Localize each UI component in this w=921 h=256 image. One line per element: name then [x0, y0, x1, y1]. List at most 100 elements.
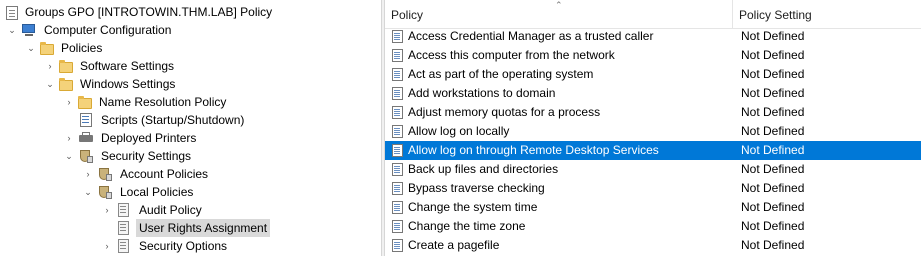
- policy-document-icon: [6, 5, 18, 20]
- tree-node-label: Local Policies: [120, 185, 194, 199]
- expanded-chevron-icon[interactable]: ⌄: [44, 75, 56, 93]
- list-item[interactable]: Allow log on locally Not Defined: [385, 122, 921, 141]
- policy-name: Access Credential Manager as a trusted c…: [408, 29, 654, 43]
- policy-name: Bypass traverse checking: [408, 181, 545, 195]
- list-item[interactable]: Change the time zone Not Defined: [385, 217, 921, 236]
- collapsed-chevron-icon[interactable]: ›: [101, 201, 113, 219]
- policy-setting: Not Defined: [741, 67, 805, 81]
- policy-name: Change the system time: [408, 200, 538, 214]
- security-shield-icon: [78, 148, 94, 164]
- user-right-icon: [391, 86, 405, 101]
- user-right-icon: [391, 162, 405, 177]
- folder-icon: [59, 60, 73, 73]
- tree-node-user-rights-assignment[interactable]: User Rights Assignment: [101, 219, 271, 237]
- tree-node-label: Windows Settings: [80, 77, 176, 91]
- policy-name: Allow log on locally: [408, 124, 510, 138]
- tree-node-name-resolution-policy[interactable]: › Name Resolution Policy: [63, 93, 229, 111]
- folder-icon: [59, 78, 73, 91]
- list-item[interactable]: Access Credential Manager as a trusted c…: [385, 27, 921, 46]
- policy-icon: [116, 220, 132, 236]
- expanded-chevron-icon[interactable]: ⌄: [63, 147, 75, 165]
- column-label: Policy Setting: [739, 8, 812, 22]
- policy-name: Adjust memory quotas for a process: [408, 105, 601, 119]
- policy-name: Act as part of the operating system: [408, 67, 594, 81]
- policy-list: Policy ⌃ Policy Setting Access Credentia…: [385, 0, 921, 256]
- user-right-icon: [391, 67, 405, 82]
- policy-setting: Not Defined: [741, 238, 805, 252]
- security-shield-icon: [97, 166, 113, 182]
- no-expander: [101, 219, 113, 237]
- user-right-icon: [391, 48, 405, 63]
- column-header-policy-setting[interactable]: Policy Setting: [733, 0, 921, 28]
- tree-node-gpo-root[interactable]: Groups GPO [INTROTOWIN.THM.LAB] Policy: [4, 3, 275, 21]
- tree-node-account-policies[interactable]: › Account Policies: [82, 165, 211, 183]
- policy-name: Change the time zone: [408, 219, 526, 233]
- tree-node-security-options[interactable]: › Security Options: [101, 237, 230, 255]
- tree-node-label: Security Options: [139, 239, 228, 253]
- user-right-icon: [391, 105, 405, 120]
- list-item[interactable]: Add workstations to domain Not Defined: [385, 84, 921, 103]
- policy-icon: [116, 202, 132, 218]
- tree-node-label: Groups GPO [INTROTOWIN.THM.LAB] Policy: [25, 5, 273, 19]
- tree-node-label: Audit Policy: [139, 203, 202, 217]
- tree-node-label: User Rights Assignment: [136, 219, 271, 237]
- policy-setting: Not Defined: [741, 29, 805, 43]
- tree-node-computer-configuration[interactable]: ⌄ Computer Configuration: [6, 21, 174, 39]
- sort-ascending-icon: ⌃: [555, 0, 563, 10]
- tree-node-local-policies[interactable]: ⌄ Local Policies: [82, 183, 196, 201]
- column-label: Policy: [391, 8, 424, 22]
- collapsed-chevron-icon[interactable]: ›: [82, 165, 94, 183]
- policy-name: Allow log on through Remote Desktop Serv…: [408, 143, 659, 157]
- list-item[interactable]: Access this computer from the network No…: [385, 46, 921, 65]
- user-right-icon: [391, 29, 405, 44]
- navigation-tree: Groups GPO [INTROTOWIN.THM.LAB] Policy ⌄…: [0, 0, 381, 256]
- list-item[interactable]: Act as part of the operating system Not …: [385, 65, 921, 84]
- user-right-icon: [391, 219, 405, 234]
- tree-node-software-settings[interactable]: › Software Settings: [44, 57, 177, 75]
- list-item[interactable]: Back up files and directories Not Define…: [385, 160, 921, 179]
- policy-icon: [116, 238, 132, 254]
- collapsed-chevron-icon[interactable]: ›: [44, 57, 56, 75]
- policy-setting: Not Defined: [741, 162, 805, 176]
- tree-node-scripts[interactable]: Scripts (Startup/Shutdown): [63, 111, 247, 129]
- list-item[interactable]: Create a pagefile Not Defined: [385, 236, 921, 255]
- policy-name: Access this computer from the network: [408, 48, 615, 62]
- collapsed-chevron-icon[interactable]: ›: [63, 93, 75, 111]
- user-right-icon: [391, 124, 405, 139]
- tree-node-windows-settings[interactable]: ⌄ Windows Settings: [44, 75, 178, 93]
- policy-name: Create a pagefile: [408, 238, 500, 252]
- policy-name: Back up files and directories: [408, 162, 559, 176]
- list-item-selected[interactable]: Allow log on through Remote Desktop Serv…: [385, 141, 921, 160]
- tree-node-label: Deployed Printers: [101, 131, 197, 145]
- security-shield-icon: [97, 184, 113, 200]
- tree-node-label: Account Policies: [120, 167, 209, 181]
- tree-node-deployed-printers[interactable]: › Deployed Printers: [63, 129, 199, 147]
- list-item[interactable]: Change the system time Not Defined: [385, 198, 921, 217]
- list-header: Policy ⌃ Policy Setting: [385, 0, 921, 29]
- collapsed-chevron-icon[interactable]: ›: [63, 129, 75, 147]
- policy-name: Add workstations to domain: [408, 86, 556, 100]
- tree-node-policies[interactable]: ⌄ Policies: [25, 39, 105, 57]
- tree-node-label: Scripts (Startup/Shutdown): [101, 113, 245, 127]
- policy-setting: Not Defined: [741, 219, 805, 233]
- user-right-icon: [391, 181, 405, 196]
- user-right-icon: [391, 143, 405, 158]
- list-item[interactable]: Bypass traverse checking Not Defined: [385, 179, 921, 198]
- policy-setting: Not Defined: [741, 86, 805, 100]
- list-item[interactable]: Adjust memory quotas for a process Not D…: [385, 103, 921, 122]
- tree-node-label: Policies: [61, 41, 103, 55]
- collapsed-chevron-icon[interactable]: ›: [101, 237, 113, 255]
- policy-setting: Not Defined: [741, 124, 805, 138]
- expanded-chevron-icon[interactable]: ⌄: [82, 183, 94, 201]
- user-right-icon: [391, 200, 405, 215]
- tree-node-security-settings[interactable]: ⌄ Security Settings: [63, 147, 194, 165]
- no-expander: [63, 111, 75, 129]
- tree-node-label: Name Resolution Policy: [99, 95, 227, 109]
- expanded-chevron-icon[interactable]: ⌄: [25, 39, 37, 57]
- expanded-chevron-icon[interactable]: ⌄: [6, 21, 18, 39]
- policy-setting: Not Defined: [741, 200, 805, 214]
- folder-icon: [78, 96, 92, 109]
- policy-setting: Not Defined: [741, 181, 805, 195]
- tree-node-label: Computer Configuration: [44, 23, 172, 37]
- tree-node-audit-policy[interactable]: › Audit Policy: [101, 201, 205, 219]
